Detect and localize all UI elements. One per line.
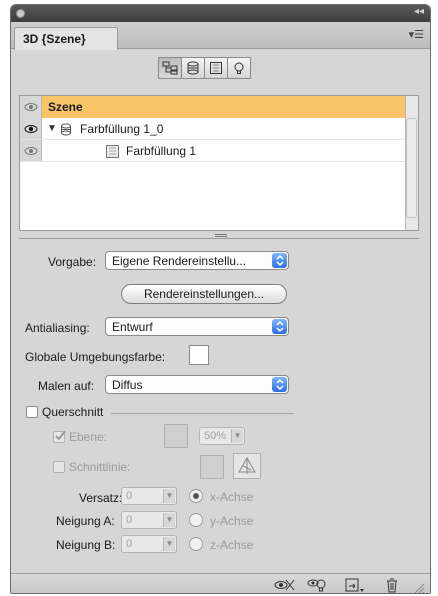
render-settings-button[interactable]: Rendereinstellungen...: [121, 284, 287, 304]
intersection-label: Schnittlinie:: [69, 460, 131, 474]
tab-row: 3D {Szene} ▾☰: [11, 22, 430, 50]
plane-label: Ebene:: [69, 430, 108, 444]
section-divider: [111, 413, 294, 414]
select-arrow-icon: [272, 319, 287, 334]
3d-scene-panel: ◂◂ 3D {Szene} ▾☰ Szene ▼ Farbfüllung 1_0…: [10, 4, 431, 594]
offset-value: 0: [126, 490, 133, 502]
list-item-fill-material[interactable]: Farbfüllung 1: [20, 140, 406, 162]
antialiasing-value: Entwurf: [112, 320, 153, 334]
dropdown-arrow-icon: ▼: [163, 489, 175, 503]
paint-on-select[interactable]: Diffus: [105, 375, 289, 394]
trash-icon[interactable]: [385, 577, 399, 593]
paint-on-value: Diffus: [112, 378, 143, 392]
scrollbar[interactable]: [405, 96, 418, 230]
offset-input[interactable]: 0 ▼: [121, 487, 177, 505]
scrollbar-thumb[interactable]: [406, 118, 417, 218]
vorgabe-value: Eigene Rendereinstellu...: [112, 254, 247, 268]
tilt-a-value: 0: [126, 514, 133, 526]
lights-view-icon[interactable]: [227, 57, 251, 79]
double-chevron-icon[interactable]: ◂◂: [414, 6, 424, 17]
eye-icon[interactable]: [20, 96, 42, 118]
tab-3d-scene[interactable]: 3D {Szene}: [14, 27, 118, 50]
scene-row[interactable]: Szene: [20, 96, 406, 118]
x-axis-radio[interactable]: [189, 489, 203, 503]
tilt-b-label: Neigung B:: [56, 538, 116, 552]
tilt-b-value: 0: [126, 538, 133, 550]
antialiasing-label: Antialiasing:: [25, 321, 90, 335]
eye-icon[interactable]: [20, 118, 42, 139]
list-item-label: Farbfüllung 1_0: [80, 122, 164, 136]
scene-row-label: Szene: [48, 100, 83, 114]
antialiasing-select[interactable]: Entwurf: [105, 317, 289, 336]
list-item-fill-group[interactable]: ▼ Farbfüllung 1_0: [20, 118, 406, 140]
cross-section-label: Querschnitt: [42, 405, 104, 419]
eye-icon[interactable]: [20, 140, 42, 161]
y-axis-label: y-Achse: [210, 514, 254, 528]
intersection-checkbox[interactable]: [53, 461, 65, 473]
render-icon[interactable]: [345, 577, 365, 593]
mesh-view-icon[interactable]: [181, 57, 205, 79]
toggle-visibility-icon[interactable]: [273, 577, 295, 593]
scene-view-icon[interactable]: [158, 57, 182, 79]
tilt-a-input[interactable]: 0 ▼: [121, 511, 177, 529]
dropdown-arrow-icon: ▼: [231, 429, 243, 443]
offset-label: Versatz:: [79, 491, 123, 505]
new-light-icon[interactable]: [307, 577, 327, 593]
flip-section-icon: [238, 457, 256, 474]
select-arrow-icon: [272, 377, 287, 392]
z-axis-label: z-Achse: [210, 538, 254, 552]
paint-on-label: Malen auf:: [38, 379, 95, 393]
panel-menu-icon[interactable]: ▾☰: [409, 28, 424, 41]
plane-opacity-value: 50%: [204, 430, 227, 442]
plane-opacity-select[interactable]: 50% ▼: [199, 427, 245, 445]
view-buttons: [158, 57, 251, 79]
vorgabe-label: Vorgabe:: [48, 255, 97, 269]
ambient-color-swatch[interactable]: [189, 345, 209, 365]
intersection-color-swatch[interactable]: [200, 455, 224, 479]
select-arrow-icon: [272, 253, 287, 268]
splitter-grip-icon: [215, 234, 227, 237]
resize-grip-icon[interactable]: [413, 580, 425, 593]
materials-view-icon[interactable]: [204, 57, 228, 79]
z-axis-radio[interactable]: [189, 537, 203, 551]
close-panel-button[interactable]: [16, 9, 25, 18]
x-axis-label: x-Achse: [210, 490, 254, 504]
material-icon: [106, 145, 119, 161]
panel-title-strip: ◂◂: [11, 5, 430, 22]
pane-splitter[interactable]: [19, 233, 419, 239]
tilt-b-input[interactable]: 0 ▼: [121, 535, 177, 553]
tilt-a-label: Neigung A:: [56, 514, 115, 528]
dropdown-arrow-icon: ▼: [163, 537, 175, 551]
list-item-label: Farbfüllung 1: [126, 144, 197, 158]
mesh-icon: [60, 123, 72, 139]
cross-section-checkbox[interactable]: [26, 406, 38, 418]
plane-color-swatch[interactable]: [164, 424, 188, 448]
scene-tree-list: Szene ▼ Farbfüllung 1_0 Farbfüllung 1: [19, 95, 419, 231]
flip-section-button[interactable]: [233, 453, 261, 479]
global-ambient-label: Globale Umgebungsfarbe:: [25, 350, 166, 364]
expand-triangle-icon[interactable]: ▼: [47, 123, 57, 134]
bottom-toolbar: [11, 573, 430, 593]
dropdown-arrow-icon: ▼: [163, 513, 175, 527]
plane-checkbox[interactable]: [53, 430, 66, 443]
y-axis-radio[interactable]: [189, 513, 203, 527]
vorgabe-select[interactable]: Eigene Rendereinstellu...: [105, 251, 289, 270]
